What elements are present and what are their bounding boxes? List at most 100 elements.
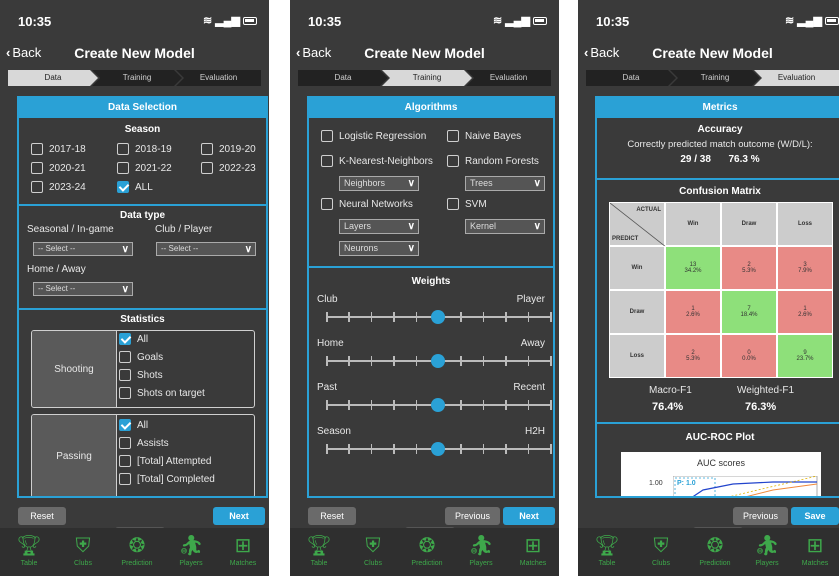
reset-button[interactable]: Reset	[308, 507, 356, 525]
season-2021-22-checkbox[interactable]: 2021-22	[117, 162, 172, 174]
shooting-goals-checkbox[interactable]: Goals	[119, 351, 163, 363]
tab-table[interactable]: 🏆︎ Table	[4, 532, 54, 567]
step-data[interactable]: Data	[8, 70, 98, 86]
shooting-shots-on-target-checkbox[interactable]: Shots on target	[119, 387, 205, 399]
tab-prediction[interactable]: ❂ Prediction	[402, 532, 452, 567]
slider-tick	[505, 312, 507, 322]
club-player-select[interactable]: -- Select -- ∨	[156, 242, 256, 256]
neural-networks-checkbox[interactable]: Neural Networks	[321, 198, 413, 210]
previous-button[interactable]: Previous	[733, 507, 788, 525]
slider-knob[interactable]	[431, 354, 445, 368]
passing-completed-checkbox[interactable]: [Total] Completed	[119, 473, 215, 485]
tab-prediction[interactable]: ❂ Prediction	[112, 532, 162, 567]
tab-bar: 🏆︎ Table ⛨ Clubs ❂ Prediction ⛹︎ Players ⊞ Ma…	[578, 528, 839, 576]
season-2022-23-checkbox[interactable]: 2022-23	[201, 162, 256, 174]
tab-prediction[interactable]: ❂ Prediction	[690, 532, 740, 567]
home-away-label: Home / Away	[27, 264, 86, 275]
tab-clubs[interactable]: ⛨ Clubs	[636, 532, 686, 567]
home-away-select[interactable]: -- Select -- ∨	[33, 282, 133, 296]
slider-tick	[527, 444, 530, 454]
next-button[interactable]: Next	[213, 507, 265, 525]
tab-matches[interactable]: ⊞ Matches	[508, 532, 558, 567]
weight-slider[interactable]	[321, 310, 553, 324]
neighbors-select[interactable]: Neighbors ∨	[339, 176, 419, 191]
back-label: Back	[12, 45, 42, 60]
roc-chart-title: AUC scores	[696, 458, 745, 468]
step-data[interactable]: Data	[586, 70, 676, 86]
step-evaluation[interactable]: Evaluation	[754, 70, 839, 86]
screen-training: 10:35 ≋ ▂▄▆ Create New Model ‹ Back Data …	[290, 0, 559, 576]
chevron-left-icon: ‹	[584, 45, 589, 60]
passing-attempted-checkbox[interactable]: [Total] Attempted	[119, 455, 212, 467]
back-button[interactable]: ‹ Back	[296, 45, 331, 60]
slider-tick	[415, 312, 418, 322]
reset-button[interactable]: Reset	[18, 507, 66, 525]
tab-players[interactable]: ⛹︎ Players	[456, 532, 506, 567]
shooting-shots-checkbox[interactable]: Shots	[119, 369, 163, 381]
random-forests-checkbox[interactable]: Random Forests	[447, 155, 539, 167]
pitch-icon: ⊞	[806, 535, 824, 557]
shield-icon: ⛨	[365, 535, 381, 557]
season-2017-18-checkbox[interactable]: 2017-18	[31, 143, 86, 155]
svm-checkbox[interactable]: SVM	[447, 198, 487, 210]
back-button[interactable]: ‹ Back	[6, 45, 41, 60]
kernel-select[interactable]: Kernel ∨	[465, 219, 545, 234]
step-training[interactable]: Training	[92, 70, 182, 86]
confusion-matrix-section: Confusion Matrix ACTUAL PREDICT Win Draw…	[597, 180, 839, 424]
next-button[interactable]: Next	[503, 507, 555, 525]
layers-select[interactable]: Layers ∨	[339, 219, 419, 234]
slider-knob[interactable]	[431, 398, 445, 412]
season-2018-19-checkbox[interactable]: 2018-19	[117, 143, 172, 155]
step-training[interactable]: Training	[382, 70, 472, 86]
tab-players[interactable]: ⛹︎ Players	[742, 532, 792, 567]
weight-right-label: H2H	[524, 426, 545, 437]
previous-button[interactable]: Previous	[445, 507, 500, 525]
status-bar: 10:35 ≋ ▂▄▆	[0, 0, 269, 42]
screen-data-selection: 10:35 ≋ ▂▄▆ Create New Model ‹ Back Data …	[0, 0, 269, 576]
tab-clubs[interactable]: ⛨ Clubs	[348, 532, 398, 567]
passing-assists-checkbox[interactable]: Assists	[119, 437, 169, 449]
trees-select[interactable]: Trees ∨	[465, 176, 545, 191]
status-time: 10:35	[308, 14, 342, 29]
step-evaluation[interactable]: Evaluation	[466, 70, 551, 86]
shooting-all-checkbox[interactable]: All	[119, 333, 148, 345]
seasonal-select[interactable]: -- Select -- ∨	[33, 242, 133, 256]
trophy-icon: 🏆︎	[306, 535, 332, 557]
weight-left-label: Home	[317, 338, 344, 349]
neurons-select[interactable]: Neurons ∨	[339, 241, 419, 256]
nav-bar: Create New Model ‹ Back	[578, 42, 839, 66]
nav-bar: Create New Model ‹ Back	[290, 42, 559, 66]
tab-table[interactable]: 🏆︎ Table	[294, 532, 344, 567]
tab-matches[interactable]: ⊞ Matches	[790, 532, 839, 567]
step-data[interactable]: Data	[298, 70, 388, 86]
tab-players[interactable]: ⛹︎ Players	[166, 532, 216, 567]
save-button[interactable]: Save	[791, 507, 839, 525]
tab-matches[interactable]: ⊞ Matches	[218, 532, 268, 567]
naive-bayes-checkbox[interactable]: Naive Bayes	[447, 130, 521, 142]
passing-all-checkbox[interactable]: All	[119, 419, 148, 431]
knn-checkbox[interactable]: K-Nearest-Neighbors	[321, 155, 433, 167]
logistic-regression-checkbox[interactable]: Logistic Regression	[321, 130, 426, 142]
weight-left-label: Club	[317, 294, 338, 305]
back-button[interactable]: ‹ Back	[584, 45, 619, 60]
weight-slider[interactable]	[321, 442, 553, 456]
cm-row-header: Win	[609, 246, 665, 290]
slider-tick	[505, 444, 507, 454]
weight-slider[interactable]	[321, 398, 553, 412]
slider-knob[interactable]	[431, 442, 445, 456]
status-time: 10:35	[18, 14, 52, 29]
slider-knob[interactable]	[431, 310, 445, 324]
tab-table[interactable]: 🏆︎ Table	[582, 532, 632, 567]
season-2020-21-checkbox[interactable]: 2020-21	[31, 162, 86, 174]
chevron-down-icon: ∨	[244, 244, 252, 255]
step-training[interactable]: Training	[670, 70, 760, 86]
weight-slider[interactable]	[321, 354, 553, 368]
slider-tick	[348, 444, 350, 454]
slider-tick	[460, 356, 462, 366]
slider-tick	[326, 400, 328, 410]
season-2019-20-checkbox[interactable]: 2019-20	[201, 143, 256, 155]
season-all-checkbox[interactable]: ALL	[117, 181, 153, 193]
step-evaluation[interactable]: Evaluation	[176, 70, 261, 86]
season-2023-24-checkbox[interactable]: 2023-24	[31, 181, 86, 193]
tab-clubs[interactable]: ⛨ Clubs	[58, 532, 108, 567]
